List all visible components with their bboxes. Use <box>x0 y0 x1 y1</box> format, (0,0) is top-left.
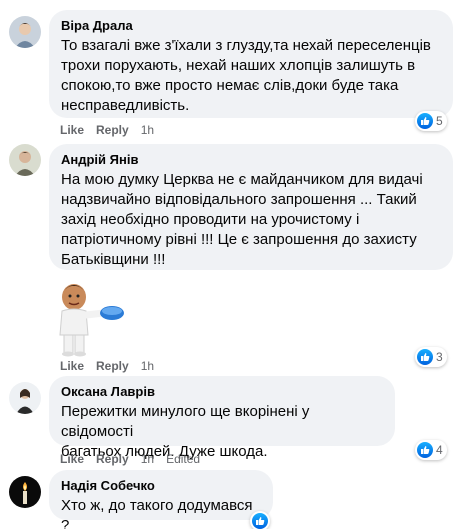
avatar[interactable] <box>9 382 41 414</box>
like-thumb-icon <box>252 513 268 529</box>
reaction-count: 4 <box>436 443 443 457</box>
comment-actions: Like Reply 1h <box>60 123 166 137</box>
reply-button[interactable]: Reply <box>96 452 129 466</box>
reaction-count: 5 <box>436 114 443 128</box>
comment-text: На мою думку Церква не є майданчиком для… <box>61 171 423 268</box>
comment-bubble: Надія Собечко Хто ж, до такого додумався… <box>49 470 273 529</box>
comment-bubble: Віра Драла То взагалі вже з'їхали з глуз… <box>49 10 453 118</box>
timestamp[interactable]: 1h <box>141 452 154 466</box>
like-button[interactable]: Like <box>60 452 84 466</box>
comment-author[interactable]: Андрій Янів <box>61 152 441 168</box>
avatar[interactable] <box>9 144 41 176</box>
cartoon-man-sticker <box>52 273 128 362</box>
timestamp[interactable]: 1h <box>141 359 154 373</box>
comment-bubble: Андрій Янів На мою думку Церква не є май… <box>49 144 453 270</box>
reaction-summary[interactable] <box>250 511 270 529</box>
avatar[interactable] <box>9 476 41 508</box>
like-thumb-icon <box>417 349 433 365</box>
avatar[interactable] <box>9 16 41 48</box>
comment-actions: Like Reply 1h <box>60 359 166 373</box>
like-thumb-icon <box>417 113 433 129</box>
comment-author[interactable]: Оксана Лаврів <box>61 384 383 400</box>
comment-author[interactable]: Надія Собечко <box>61 478 261 494</box>
reaction-summary[interactable]: 4 <box>415 440 447 460</box>
comment-author[interactable]: Віра Драла <box>61 18 441 34</box>
like-button[interactable]: Like <box>60 123 84 137</box>
reply-button[interactable]: Reply <box>96 359 129 373</box>
comment-bubble: Оксана Лаврів Пережитки минулого ще вкор… <box>49 376 395 460</box>
comment-actions: Like Reply 1h Edited <box>60 452 212 466</box>
reply-button[interactable]: Reply <box>96 123 129 137</box>
comment-text: То взагалі вже з'їхали з глузду,та нехай… <box>61 37 431 114</box>
comment-text: Хто ж, до такого додумався ? <box>61 497 253 529</box>
reaction-summary[interactable]: 3 <box>415 347 447 367</box>
reaction-count: 3 <box>436 350 443 364</box>
edited-label[interactable]: Edited <box>166 452 200 466</box>
reaction-summary[interactable]: 5 <box>415 111 447 131</box>
like-button[interactable]: Like <box>60 359 84 373</box>
timestamp[interactable]: 1h <box>141 123 154 137</box>
like-thumb-icon <box>417 442 433 458</box>
